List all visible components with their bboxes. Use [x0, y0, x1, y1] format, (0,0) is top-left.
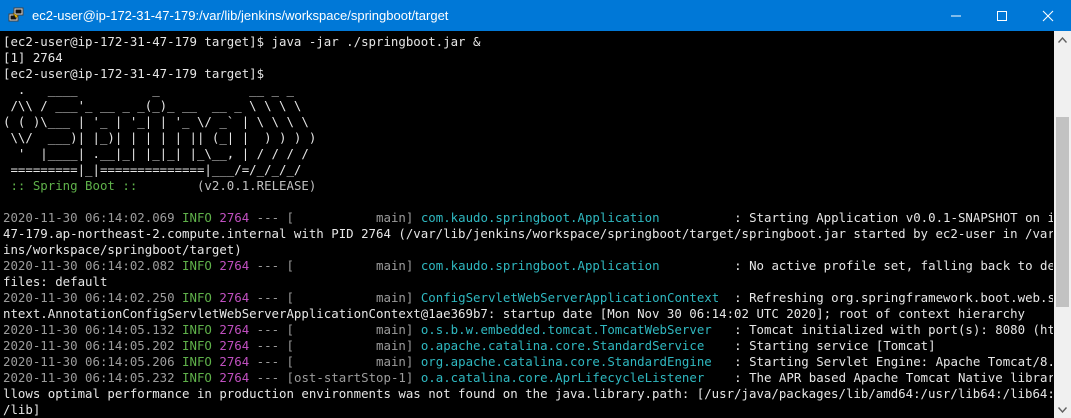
log-separator: ---	[256, 354, 280, 369]
log-continuation-line: 47-179.ap-northeast-2.compute.internal w…	[3, 226, 1053, 241]
log-continuation-line: llows optimal performance in production …	[3, 386, 1053, 401]
scroll-up-button[interactable]	[1054, 31, 1071, 48]
log-pid: 2764	[219, 322, 250, 337]
log-logger: com.kaudo.springboot.Application	[420, 258, 727, 273]
log-thread: [ main]	[286, 354, 414, 369]
scroll-down-arrow-icon	[1058, 406, 1067, 413]
log-separator: ---	[256, 338, 280, 353]
minimize-icon	[951, 15, 961, 16]
terminal-lines: [ec2-user@ip-172-31-47-179 target]$ java…	[3, 34, 1053, 418]
log-message: : Starting service [Tomcat]	[734, 338, 936, 353]
maximize-button[interactable]	[979, 0, 1025, 31]
log-message: : Tomcat initialized with port(s): 8080 …	[734, 322, 1053, 337]
log-continuation-line: /lib]	[3, 402, 41, 417]
close-button[interactable]	[1025, 0, 1071, 31]
scroll-down-button[interactable]	[1054, 401, 1071, 418]
log-message: : Refreshing org.springframework.boot.we…	[734, 290, 1053, 305]
log-level: INFO	[182, 322, 212, 337]
log-separator: ---	[256, 322, 280, 337]
spring-boot-label: :: Spring Boot ::	[3, 178, 145, 193]
log-continuation-line: ntext.AnnotationConfigServletWebServerAp…	[3, 306, 1025, 321]
log-level: INFO	[182, 354, 212, 369]
prompt-line: [ec2-user@ip-172-31-47-179 target]$	[3, 66, 265, 81]
log-line: 2020-11-30 06:14:02.082 INFO 2764 --- [ …	[3, 258, 1053, 274]
maximize-icon	[997, 10, 1007, 21]
job-line: [1] 2764	[3, 50, 63, 65]
minimize-button[interactable]	[933, 0, 979, 31]
log-timestamp: 2020-11-30 06:14:05.202	[3, 338, 175, 353]
log-timestamp: 2020-11-30 06:14:02.082	[3, 258, 175, 273]
log-level: INFO	[182, 290, 212, 305]
scrollbar-thumb[interactable]	[1056, 117, 1069, 307]
log-thread: [ main]	[286, 322, 414, 337]
log-line: 2020-11-30 06:14:05.232 INFO 2764 --- [o…	[3, 370, 1053, 386]
prompt-line: [ec2-user@ip-172-31-47-179 target]$ java…	[3, 34, 481, 49]
banner-line: ( ( )\___ | '_ | '_| | '_ \/ _` | \ \ \ …	[3, 114, 309, 129]
log-pid: 2764	[219, 210, 250, 225]
log-thread: [ost-startStop-1]	[286, 370, 414, 385]
log-thread: [ main]	[286, 338, 414, 353]
log-separator: ---	[256, 370, 280, 385]
log-pid: 2764	[219, 338, 250, 353]
close-icon	[1042, 10, 1054, 21]
log-timestamp: 2020-11-30 06:14:05.132	[3, 322, 175, 337]
log-line: 2020-11-30 06:14:02.069 INFO 2764 --- [ …	[3, 210, 1053, 226]
putty-terminal-window: ec2-user@ip-172-31-47-179:/var/lib/jenki…	[0, 0, 1071, 418]
log-level: INFO	[182, 210, 212, 225]
log-timestamp: 2020-11-30 06:14:02.250	[3, 290, 175, 305]
title-bar[interactable]: ec2-user@ip-172-31-47-179:/var/lib/jenki…	[0, 0, 1071, 31]
log-logger: com.kaudo.springboot.Application	[420, 210, 727, 225]
log-timestamp: 2020-11-30 06:14:05.206	[3, 354, 175, 369]
log-message: : No active profile set, falling back to…	[734, 258, 1053, 273]
log-pid: 2764	[219, 290, 250, 305]
log-thread: [ main]	[286, 258, 414, 273]
banner-line: . ____ _ __ _ _	[3, 82, 294, 97]
log-continuation-line: files: default	[3, 274, 108, 289]
log-timestamp: 2020-11-30 06:14:02.069	[3, 210, 175, 225]
log-logger: ConfigServletWebServerApplicationContext	[420, 290, 727, 305]
banner-line: /\\ / ___'_ __ _ _(_)_ __ __ _ \ \ \ \	[3, 98, 302, 113]
log-continuation-line: ins/workspace/springboot/target)	[3, 242, 242, 257]
log-separator: ---	[256, 290, 280, 305]
log-logger: o.a.catalina.core.AprLifecycleListener	[420, 370, 727, 385]
log-separator: ---	[256, 210, 280, 225]
window-title: ec2-user@ip-172-31-47-179:/var/lib/jenki…	[32, 8, 449, 23]
log-entries: 2020-11-30 06:14:02.069 INFO 2764 --- [ …	[3, 210, 1053, 418]
spring-boot-version: (v2.0.1.RELEASE)	[144, 178, 317, 193]
putty-icon[interactable]	[8, 7, 24, 23]
scroll-up-arrow-icon	[1058, 36, 1067, 43]
log-pid: 2764	[219, 354, 250, 369]
log-thread: [ main]	[286, 210, 414, 225]
log-line: 2020-11-30 06:14:05.202 INFO 2764 --- [ …	[3, 338, 1053, 354]
log-message: : Starting Application v0.0.1-SNAPSHOT o…	[734, 210, 1053, 225]
log-timestamp: 2020-11-30 06:14:05.232	[3, 370, 175, 385]
log-logger: org.apache.catalina.core.StandardEngine	[420, 354, 727, 369]
banner-line: \\/ ___)| |_)| | | | | || (_| | ) ) ) )	[3, 130, 317, 145]
log-separator: ---	[256, 258, 280, 273]
log-level: INFO	[182, 258, 212, 273]
log-message: : The APR based Apache Tomcat Native lib…	[734, 370, 1053, 385]
log-thread: [ main]	[286, 290, 414, 305]
vertical-scrollbar[interactable]	[1054, 31, 1071, 418]
banner-line: =========|_|==============|___/=/_/_/_/	[3, 162, 302, 177]
log-message: : Starting Servlet Engine: Apache Tomcat…	[734, 354, 1053, 369]
log-level: INFO	[182, 370, 212, 385]
log-line: 2020-11-30 06:14:05.206 INFO 2764 --- [ …	[3, 354, 1053, 370]
log-logger: o.s.b.w.embedded.tomcat.TomcatWebServer	[420, 322, 727, 337]
log-pid: 2764	[219, 370, 250, 385]
banner-line: ' |____| .__|_| |_|_| |_\__, | / / / /	[3, 146, 309, 161]
log-line: 2020-11-30 06:14:02.250 INFO 2764 --- [ …	[3, 290, 1053, 306]
terminal-output[interactable]: [ec2-user@ip-172-31-47-179 target]$ java…	[0, 31, 1054, 418]
log-pid: 2764	[219, 258, 250, 273]
log-logger: o.apache.catalina.core.StandardService	[420, 338, 727, 353]
spring-boot-version-line: :: Spring Boot :: (v2.0.1.RELEASE)	[3, 178, 1053, 194]
log-line: 2020-11-30 06:14:05.132 INFO 2764 --- [ …	[3, 322, 1053, 338]
log-level: INFO	[182, 338, 212, 353]
